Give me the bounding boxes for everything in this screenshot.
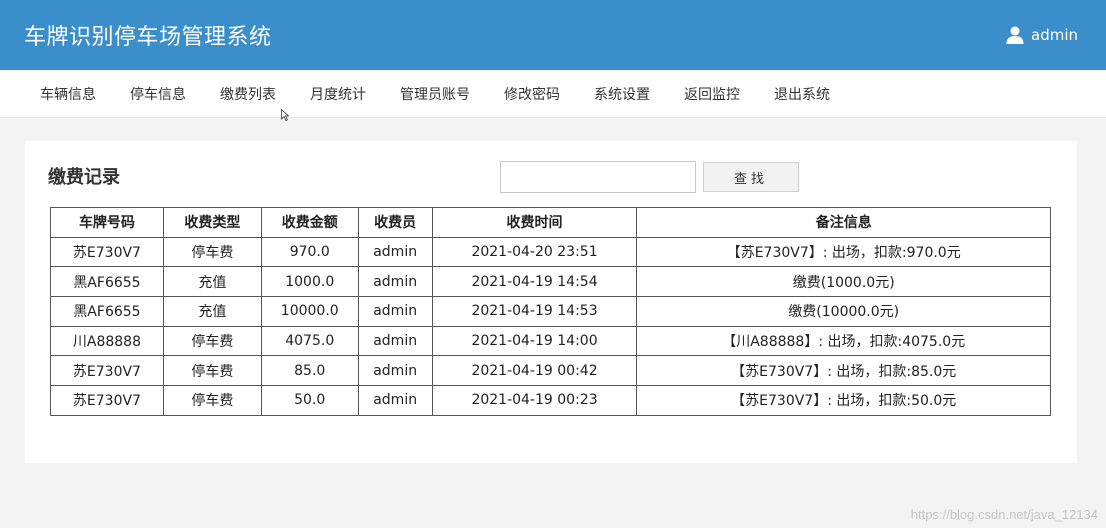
time-cell: 2021-04-19 14:54 bbox=[431, 266, 638, 298]
nav-item-back-to-monitor[interactable]: 返回监控 bbox=[684, 84, 740, 104]
column-header: 备注信息 bbox=[636, 207, 1051, 238]
table-row: 黑AF6655 充值 10000.0 admin 2021-04-19 14:5… bbox=[50, 296, 1051, 327]
remark-cell: 缴费(10000.0元) bbox=[636, 296, 1051, 327]
time-cell: 2021-04-19 14:00 bbox=[431, 325, 638, 357]
table-row: 苏E730V7 停车费 85.0 admin 2021-04-19 00:42 … bbox=[50, 355, 1051, 387]
column-header: 收费时间 bbox=[431, 207, 638, 238]
plate-cell: 黑AF6655 bbox=[50, 296, 164, 327]
table-row: 苏E730V7 停车费 50.0 admin 2021-04-19 00:23 … bbox=[50, 385, 1051, 416]
nav-item-logout[interactable]: 退出系统 bbox=[774, 84, 830, 104]
table-row: 黑AF6655 充值 1000.0 admin 2021-04-19 14:54… bbox=[50, 266, 1051, 298]
amount-cell: 4075.0 bbox=[260, 325, 359, 357]
search-button[interactable]: 查找 bbox=[703, 162, 799, 192]
user-menu[interactable]: admin bbox=[1005, 25, 1078, 45]
column-header: 车牌号码 bbox=[50, 207, 164, 238]
search-input[interactable] bbox=[500, 161, 696, 193]
cashier-cell: admin bbox=[357, 355, 433, 387]
column-header: 收费类型 bbox=[162, 207, 262, 238]
time-cell: 2021-04-19 14:53 bbox=[431, 296, 638, 327]
plate-cell: 川A88888 bbox=[50, 325, 164, 357]
nav-item-system-settings[interactable]: 系统设置 bbox=[594, 84, 650, 104]
amount-cell: 10000.0 bbox=[260, 296, 359, 327]
table-header-row: 车牌号码 收费类型 收费金额 收费员 收费时间 备注信息 bbox=[50, 207, 1051, 238]
table-row: 川A88888 停车费 4075.0 admin 2021-04-19 14:0… bbox=[50, 325, 1051, 357]
cashier-cell: admin bbox=[357, 236, 433, 268]
nav-item-admin-accounts[interactable]: 管理员账号 bbox=[400, 84, 470, 104]
plate-cell: 苏E730V7 bbox=[50, 385, 164, 416]
column-header: 收费员 bbox=[357, 207, 433, 238]
nav-item-vehicle-info[interactable]: 车辆信息 bbox=[40, 84, 96, 104]
remark-cell: 缴费(1000.0元) bbox=[636, 266, 1051, 298]
column-header: 收费金额 bbox=[260, 207, 359, 238]
remark-cell: 【川A88888】: 出场，扣款:4075.0元 bbox=[636, 325, 1051, 357]
time-cell: 2021-04-19 00:42 bbox=[431, 355, 638, 387]
cashier-cell: admin bbox=[357, 266, 433, 298]
plate-cell: 苏E730V7 bbox=[50, 236, 164, 268]
remark-cell: 【苏E730V7】: 出场，扣款:50.0元 bbox=[636, 385, 1051, 416]
user-icon bbox=[1006, 26, 1024, 44]
time-cell: 2021-04-20 23:51 bbox=[431, 236, 638, 268]
plate-cell: 黑AF6655 bbox=[50, 266, 164, 298]
app-title: 车牌识别停车场管理系统 bbox=[24, 25, 272, 50]
remark-cell: 【苏E730V7】: 出场，扣款:970.0元 bbox=[636, 236, 1051, 268]
nav-item-monthly-stats[interactable]: 月度统计 bbox=[310, 84, 366, 104]
time-cell: 2021-04-19 00:23 bbox=[431, 385, 638, 416]
amount-cell: 1000.0 bbox=[260, 266, 359, 298]
fee-type-cell: 充值 bbox=[162, 296, 262, 327]
fee-type-cell: 停车费 bbox=[162, 385, 262, 416]
nav-item-parking-info[interactable]: 停车信息 bbox=[130, 84, 186, 104]
remark-cell: 【苏E730V7】: 出场，扣款:85.0元 bbox=[636, 355, 1051, 387]
payment-records-table: 车牌号码 收费类型 收费金额 收费员 收费时间 备注信息 苏E730V7 停车费… bbox=[50, 207, 1051, 416]
nav-item-change-password[interactable]: 修改密码 bbox=[504, 84, 560, 104]
fee-type-cell: 停车费 bbox=[162, 236, 262, 268]
panel-title: 缴费记录 bbox=[48, 167, 120, 188]
nav-item-payment-list[interactable]: 缴费列表 bbox=[220, 84, 276, 104]
payment-records-panel: 缴费记录 查找 车牌号码 收费类型 收费金额 收费员 收费时间 备注信息 苏E7… bbox=[25, 141, 1077, 463]
main-nav: 车辆信息 停车信息 缴费列表 月度统计 管理员账号 修改密码 系统设置 返回监控… bbox=[0, 70, 1106, 118]
cashier-cell: admin bbox=[357, 296, 433, 327]
watermark: https://blog.csdn.net/java_12134 bbox=[910, 507, 1098, 522]
user-name: admin bbox=[1031, 26, 1078, 44]
fee-type-cell: 充值 bbox=[162, 266, 262, 298]
plate-cell: 苏E730V7 bbox=[50, 355, 164, 387]
fee-type-cell: 停车费 bbox=[162, 325, 262, 357]
cashier-cell: admin bbox=[357, 385, 433, 416]
amount-cell: 50.0 bbox=[260, 385, 359, 416]
cashier-cell: admin bbox=[357, 325, 433, 357]
amount-cell: 85.0 bbox=[260, 355, 359, 387]
fee-type-cell: 停车费 bbox=[162, 355, 262, 387]
table-row: 苏E730V7 停车费 970.0 admin 2021-04-20 23:51… bbox=[50, 236, 1051, 268]
mouse-cursor-icon bbox=[281, 109, 289, 121]
amount-cell: 970.0 bbox=[260, 236, 359, 268]
app-header: 车牌识别停车场管理系统 admin bbox=[0, 0, 1106, 70]
